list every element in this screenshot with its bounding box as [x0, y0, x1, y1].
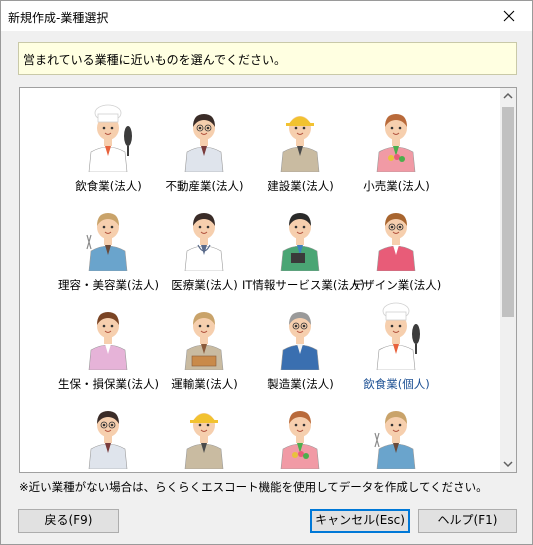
industry-item[interactable]: 飲食業(個人)	[348, 302, 445, 405]
retail-clerk-with-flowers-icon	[275, 397, 325, 470]
help-button[interactable]: ヘルプ(F1)	[418, 509, 517, 533]
industry-item[interactable]	[60, 403, 157, 472]
cancel-button[interactable]: キャンセル(Esc)	[310, 509, 410, 533]
insurance-agent-woman-icon	[83, 298, 133, 371]
industry-label: デザイン業(法人)	[351, 278, 442, 292]
window-title: 新規作成-業種選択	[8, 11, 109, 25]
industry-item[interactable]: IT情報サービス業(法人)	[242, 205, 365, 306]
title-bar: 新規作成-業種選択	[1, 1, 532, 31]
designer-woman-glasses-icon	[371, 199, 421, 272]
realtor-with-glasses-icon	[83, 397, 133, 470]
doctor-with-stethoscope-icon	[179, 199, 229, 272]
close-button[interactable]	[487, 1, 532, 31]
industry-item[interactable]: 小売業(法人)	[348, 106, 445, 207]
construction-worker-helmet-icon	[179, 397, 229, 470]
vertical-scrollbar[interactable]	[500, 88, 516, 472]
industry-item[interactable]: 運輸業(法人)	[156, 304, 253, 405]
industry-item[interactable]	[348, 403, 445, 472]
delivery-worker-with-boxes-icon	[179, 298, 229, 371]
industry-item[interactable]: 製造業(法人)	[252, 304, 349, 405]
realtor-with-glasses-icon	[179, 100, 229, 173]
close-icon	[503, 10, 515, 22]
scroll-thumb[interactable]	[502, 107, 514, 317]
industry-item[interactable]: 理容・美容業(法人)	[58, 205, 159, 306]
scroll-up-button[interactable]	[500, 88, 516, 105]
industry-item[interactable]: 飲食業(法人)	[60, 104, 157, 207]
hairdresser-with-scissors-icon	[83, 199, 133, 272]
instruction-banner: 営まれている業種に近いものを選んでください。	[18, 42, 517, 75]
chef-with-pan-icon	[371, 298, 421, 371]
hairdresser-with-scissors-icon	[371, 397, 421, 470]
industry-item[interactable]	[156, 403, 253, 472]
dialog-window: 新規作成-業種選択 営まれている業種に近いものを選んでください。 飲食業(法人)…	[0, 0, 533, 545]
instruction-text: 営まれている業種に近いものを選んでください。	[23, 53, 287, 67]
industry-label: 飲食業(個人)	[363, 377, 430, 391]
footnote: ※近い業種がない場合は、らくらくエスコート機能を使用してデータを作成してください…	[19, 480, 488, 494]
industry-item[interactable]	[252, 403, 349, 472]
retail-clerk-with-flowers-icon	[371, 100, 421, 173]
chevron-down-icon	[503, 461, 513, 468]
scroll-down-button[interactable]	[500, 455, 516, 472]
industry-item[interactable]: 医療業(法人)	[156, 205, 253, 306]
industry-item[interactable]: 建設業(法人)	[252, 106, 349, 207]
construction-worker-helmet-icon	[275, 100, 325, 173]
back-button[interactable]: 戻る(F9)	[18, 509, 119, 533]
industry-item[interactable]: 不動産業(法人)	[156, 106, 253, 207]
it-worker-with-tablet-icon	[275, 199, 325, 272]
industry-item[interactable]: デザイン業(法人)	[348, 205, 445, 306]
factory-worker-blue-uniform-icon	[275, 298, 325, 371]
industry-list: 飲食業(法人) 不動産業(法人) 建設業(法人) 小売業(法人) 理容・美容業(法人) 医…	[19, 87, 517, 473]
industry-grid: 飲食業(法人) 不動産業(法人) 建設業(法人) 小売業(法人) 理容・美容業(法人) 医…	[20, 88, 500, 472]
industry-label: 小売業(法人)	[363, 179, 430, 193]
chevron-up-icon	[503, 92, 513, 99]
chef-with-pan-icon	[83, 100, 133, 173]
industry-item[interactable]: 生保・損保業(法人)	[58, 304, 159, 405]
